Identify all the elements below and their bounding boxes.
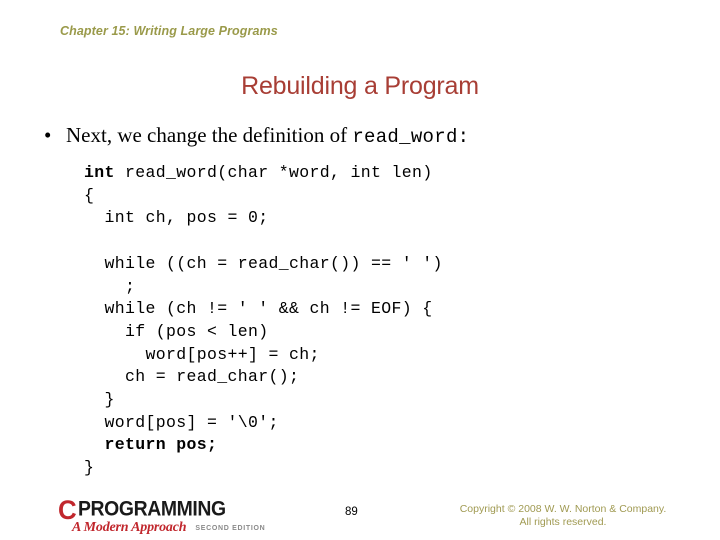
bullet-text: Next, we change the definition of read_w… xyxy=(66,123,470,148)
code-line: word[pos++] = ch; xyxy=(84,344,443,367)
code-line: } xyxy=(84,389,443,412)
bullet-marker-icon: • xyxy=(44,123,52,147)
code-keyword: int xyxy=(84,163,115,182)
copyright-line-2: All rights reserved. xyxy=(519,516,607,528)
code-line: if (pos < len) xyxy=(84,321,443,344)
inline-code-read-word: read_word xyxy=(352,126,458,148)
code-line: ch = read_char(); xyxy=(84,366,443,389)
logo-subtitle-row: A Modern Approach SECOND EDITION xyxy=(72,520,265,536)
code-text: while (ch != ' ' && ch != EOF) { xyxy=(84,299,433,319)
code-line: int read_word(char *word, int len) xyxy=(84,162,443,185)
code-text: { xyxy=(84,185,95,205)
code-line: ; xyxy=(84,276,443,299)
code-line: int ch, pos = 0; xyxy=(84,207,443,230)
code-text: int ch, pos = 0; xyxy=(84,208,269,228)
code-keyword: return pos; xyxy=(84,435,218,455)
logo-wordmark-row: C PROGRAMMING xyxy=(58,495,230,525)
logo-wordmark: PROGRAMMING xyxy=(77,497,226,521)
chapter-header: Chapter 15: Writing Large Programs xyxy=(60,24,278,38)
code-line: } xyxy=(84,457,443,480)
code-text: ; xyxy=(84,276,136,296)
code-text: } xyxy=(84,458,95,478)
code-text: } xyxy=(84,390,115,410)
code-block: int read_word(char *word, int len){ int … xyxy=(84,162,443,480)
logo-tagline: A Modern Approach xyxy=(72,520,187,535)
c-programming-logo: C PROGRAMMING A Modern Approach SECOND E… xyxy=(58,495,288,539)
code-line: return pos; xyxy=(84,434,443,457)
code-text: if (pos < len) xyxy=(84,321,269,341)
code-text: while ((ch = read_char()) == ' ') xyxy=(84,253,443,273)
footer: C PROGRAMMING A Modern Approach SECOND E… xyxy=(0,497,720,540)
code-text: read_word(char *word, int len) xyxy=(114,163,433,182)
copyright-notice: Copyright © 2008 W. W. Norton & Company.… xyxy=(428,503,698,529)
code-line: while ((ch = read_char()) == ' ') xyxy=(84,253,443,276)
bullet-text-prefix: Next, we change the definition of xyxy=(66,123,353,147)
copyright-line-1: Copyright © 2008 W. W. Norton & Company. xyxy=(459,503,667,515)
code-text: word[pos++] = ch; xyxy=(84,344,320,364)
code-line: word[pos] = '\0'; xyxy=(84,412,443,435)
bullet-item: • Next, we change the definition of read… xyxy=(44,123,684,148)
code-text: ch = read_char(); xyxy=(84,367,300,387)
logo-edition: SECOND EDITION xyxy=(195,525,266,532)
page-title: Rebuilding a Program xyxy=(241,72,479,100)
bullet-text-suffix: : xyxy=(457,126,470,148)
code-line: { xyxy=(84,185,443,208)
code-text: word[pos] = '\0'; xyxy=(84,412,279,432)
logo-letter-c-icon: C xyxy=(58,495,77,525)
code-line: while (ch != ' ' && ch != EOF) { xyxy=(84,298,443,321)
page-number: 89 xyxy=(345,506,358,518)
